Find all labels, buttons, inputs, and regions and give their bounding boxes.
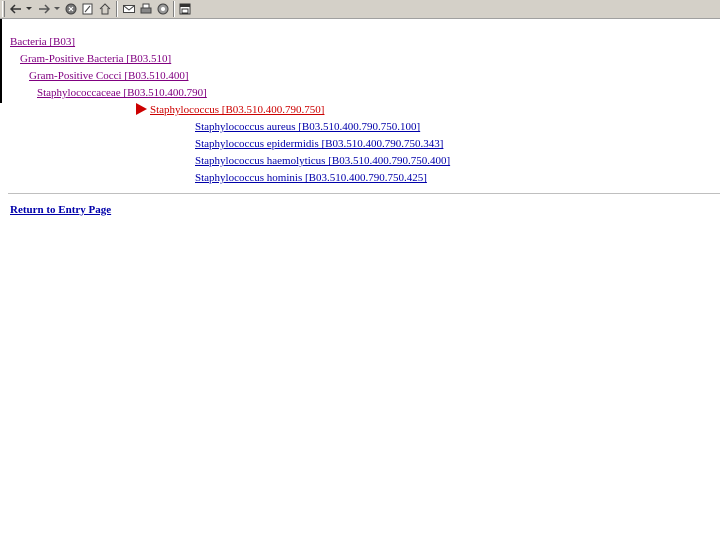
tree-link-staphylococcus-haemolyticus[interactable]: Staphylococcus haemolyticus [B03.510.400…	[195, 155, 450, 167]
tree-link-staphylococcus-aureus[interactable]: Staphylococcus aureus [B03.510.400.790.7…	[195, 121, 420, 133]
tree-node-current[interactable]: Staphylococcus [B03.510.400.790.750]	[150, 104, 324, 117]
back-dropdown-icon[interactable]	[25, 2, 33, 16]
tree-node-level2[interactable]: Gram-Positive Cocci [B03.510.400]	[29, 70, 188, 83]
forward-dropdown-icon[interactable]	[53, 2, 61, 16]
tree-link-gram-positive-bacteria[interactable]: Gram-Positive Bacteria [B03.510]	[20, 53, 171, 65]
tree-link-staphylococcus-hominis[interactable]: Staphylococcus hominis [B03.510.400.790.…	[195, 172, 427, 184]
mail-icon[interactable]	[122, 2, 136, 16]
current-node-arrow-icon	[136, 103, 147, 115]
tree-link-staphylococcus-epidermidis[interactable]: Staphylococcus epidermidis [B03.510.400.…	[195, 138, 443, 150]
toolbar-separator	[116, 1, 118, 17]
window-edge	[0, 19, 2, 103]
tree-node-root[interactable]: Bacteria [B03]	[10, 36, 75, 49]
tree-node-child[interactable]: Staphylococcus haemolyticus [B03.510.400…	[195, 155, 450, 168]
tree-node-child[interactable]: Staphylococcus aureus [B03.510.400.790.7…	[195, 121, 420, 134]
back-arrow-icon[interactable]	[9, 2, 23, 16]
print-icon[interactable]	[139, 2, 153, 16]
refresh-icon[interactable]	[81, 2, 95, 16]
tree-node-child[interactable]: Staphylococcus epidermidis [B03.510.400.…	[195, 138, 443, 151]
tree-node-level1[interactable]: Gram-Positive Bacteria [B03.510]	[20, 53, 171, 66]
return-to-entry-page-link[interactable]: Return to Entry Page	[10, 204, 111, 216]
toolbar-grip[interactable]	[2, 1, 5, 17]
tree-link-staphylococcus[interactable]: Staphylococcus [B03.510.400.790.750]	[150, 104, 324, 116]
tree-link-bacteria[interactable]: Bacteria [B03]	[10, 36, 75, 48]
tree-link-staphylococcaceae[interactable]: Staphylococcaceae [B03.510.400.790]	[37, 87, 207, 99]
home-icon[interactable]	[98, 2, 112, 16]
browser-toolbar	[0, 0, 720, 19]
horizontal-divider	[8, 193, 720, 194]
discuss-icon[interactable]	[156, 2, 170, 16]
window-icon[interactable]	[178, 2, 192, 16]
tree-link-gram-positive-cocci[interactable]: Gram-Positive Cocci [B03.510.400]	[29, 70, 188, 82]
forward-arrow-icon[interactable]	[37, 2, 51, 16]
tree-node-child[interactable]: Staphylococcus hominis [B03.510.400.790.…	[195, 172, 427, 185]
tree-node-level3[interactable]: Staphylococcaceae [B03.510.400.790]	[37, 87, 207, 100]
return-link-container[interactable]: Return to Entry Page	[10, 204, 111, 217]
stop-icon[interactable]	[64, 2, 78, 16]
toolbar-separator	[173, 1, 175, 17]
